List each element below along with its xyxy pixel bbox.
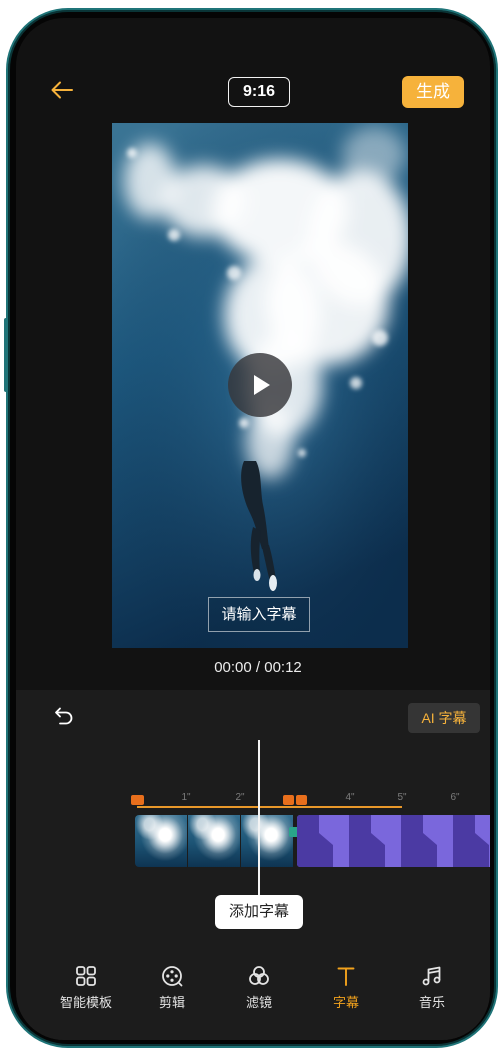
playhead[interactable]: [258, 740, 260, 896]
ruler-tick: 5": [397, 792, 407, 803]
nav-item-templates[interactable]: 智能模板: [46, 962, 126, 1018]
video-clip-thumbnail[interactable]: [188, 815, 240, 867]
purple-clip-strip[interactable]: [297, 815, 490, 867]
ruler-tick: 2": [235, 792, 245, 803]
nav-item-label: 智能模板: [59, 995, 112, 1010]
nav-item-subtitles[interactable]: 字幕: [306, 962, 386, 1018]
app-screen: 9:16 生成 请输入字幕 00:00 / 00:12 AI 字幕 1" 2" …: [16, 18, 490, 1040]
clip-pattern-image: [297, 815, 490, 867]
undo-icon: [55, 707, 73, 725]
generate-button[interactable]: 生成: [402, 76, 464, 108]
video-preview[interactable]: 请输入字幕: [112, 123, 408, 648]
subtitle-marker[interactable]: [296, 795, 307, 805]
film-reel-icon: [162, 966, 183, 987]
subtitle-marker[interactable]: [131, 795, 144, 805]
playback-time: 00:00 / 00:12: [214, 659, 302, 676]
ruler-tick: 1": [181, 792, 191, 803]
subtitle-marker[interactable]: [283, 795, 294, 805]
undo-button[interactable]: [53, 706, 75, 726]
phone-side-button: [4, 318, 8, 392]
template-grid-icon: [76, 966, 96, 986]
play-button[interactable]: [228, 353, 292, 417]
music-note-icon: [422, 966, 441, 986]
nav-item-label: 音乐: [418, 995, 445, 1010]
aspect-ratio-button[interactable]: 9:16: [228, 77, 290, 107]
nav-item-edit[interactable]: 剪辑: [132, 962, 212, 1018]
subtitle-track-line: [137, 806, 402, 808]
nav-item-label: 滤镜: [245, 995, 272, 1010]
nav-item-music[interactable]: 音乐: [392, 962, 472, 1018]
device-mockup: 9:16 生成 请输入字幕 00:00 / 00:12 AI 字幕 1" 2" …: [0, 0, 504, 1055]
add-subtitle-button[interactable]: 添加字幕: [215, 895, 303, 929]
video-clip-thumbnail[interactable]: [135, 815, 187, 867]
nav-item-label: 字幕: [332, 995, 359, 1010]
video-clip-thumbnail[interactable]: [241, 815, 293, 867]
ruler-tick: 6": [450, 792, 460, 803]
nav-item-filters[interactable]: 滤镜: [219, 962, 299, 1018]
ruler-tick: 4": [345, 792, 355, 803]
back-button[interactable]: [48, 78, 76, 102]
filter-circles-icon: [249, 966, 269, 985]
arrow-left-icon: [51, 81, 73, 99]
text-t-icon: [337, 967, 355, 986]
play-icon: [254, 375, 270, 395]
subtitle-input[interactable]: 请输入字幕: [208, 597, 310, 632]
nav-item-label: 剪辑: [158, 995, 185, 1010]
ai-subtitle-button[interactable]: AI 字幕: [408, 703, 480, 733]
